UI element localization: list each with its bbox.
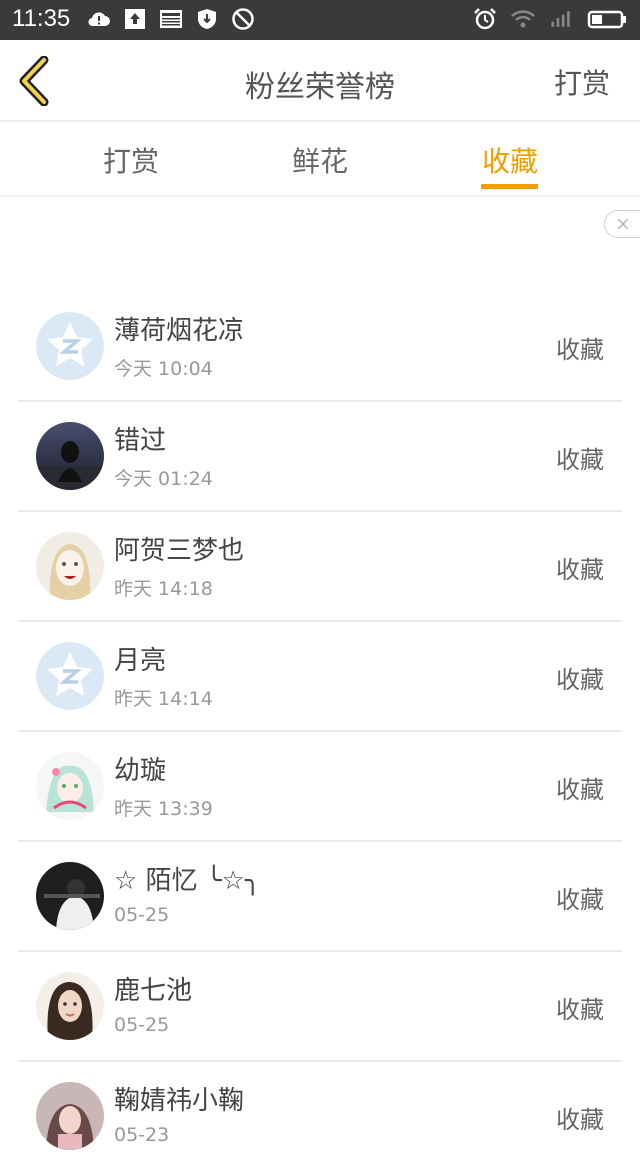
list-item[interactable]: 月亮 昨天 14:14 收藏 [18, 622, 622, 732]
favorite-label: 收藏 [556, 1106, 604, 1134]
list-item[interactable]: 薄荷烟花凉 今天 10:04 收藏 [18, 292, 622, 402]
block-icon [230, 6, 256, 32]
shield-icon [194, 6, 220, 32]
avatar [36, 312, 104, 380]
reward-button[interactable]: 打赏 [554, 62, 610, 102]
cloud-alert-icon [86, 6, 112, 32]
page-title: 粉丝荣誉榜 [245, 70, 395, 105]
timestamp: 今天 10:04 [114, 358, 213, 380]
list-item[interactable]: 错过 今天 01:24 收藏 [18, 402, 622, 512]
tab-flowers[interactable]: 鲜花 [292, 140, 348, 180]
favorite-label: 收藏 [556, 776, 604, 804]
battery-icon [586, 6, 628, 32]
tab-favorites[interactable]: 收藏 [482, 140, 538, 180]
close-button[interactable] [604, 210, 640, 238]
avatar [36, 422, 104, 490]
wifi-icon [510, 6, 536, 32]
timestamp: 昨天 14:14 [114, 688, 213, 710]
user-name: 错过 [114, 426, 167, 456]
list-item[interactable]: 鞠婧祎小鞠 05-23 收藏 [18, 1062, 622, 1170]
timestamp: 05-23 [114, 1124, 170, 1146]
timestamp: 昨天 14:18 [114, 578, 213, 600]
favorite-label: 收藏 [556, 336, 604, 364]
user-name: ☆ 陌忆 ╰☆╮ [114, 866, 261, 896]
list-item[interactable]: ☆ 陌忆 ╰☆╮ 05-25 收藏 [18, 842, 622, 952]
news-icon [158, 6, 184, 32]
status-bar: 11:35 [0, 0, 640, 40]
favorite-label: 收藏 [556, 446, 604, 474]
header: 粉丝荣誉榜 打赏 [0, 40, 640, 122]
system-icons [472, 6, 628, 32]
avatar [36, 862, 104, 930]
avatar [36, 642, 104, 710]
notification-icons [86, 6, 256, 32]
close-icon [617, 218, 629, 230]
list-item[interactable]: 鹿七池 05-25 收藏 [18, 952, 622, 1062]
timestamp: 今天 01:24 [114, 468, 213, 490]
user-name: 阿贺三梦也 [114, 536, 245, 566]
user-name: 幼璇 [114, 756, 167, 786]
timestamp: 05-25 [114, 1014, 170, 1036]
list-item[interactable]: 幼璇 昨天 13:39 收藏 [18, 732, 622, 842]
timestamp: 昨天 13:39 [114, 798, 213, 820]
user-name: 月亮 [114, 646, 167, 676]
favorite-label: 收藏 [556, 556, 604, 584]
user-name: 薄荷烟花凉 [114, 316, 245, 346]
list-item[interactable]: 阿贺三梦也 昨天 14:18 收藏 [18, 512, 622, 622]
user-name: 鞠婧祎小鞠 [114, 1086, 245, 1116]
alarm-icon [472, 6, 498, 32]
signal-icon [548, 6, 574, 32]
user-name: 鹿七池 [114, 976, 193, 1006]
avatar [36, 752, 104, 820]
tab-bar: 打赏 鲜花 收藏 [0, 122, 640, 197]
fan-list: 薄荷烟花凉 今天 10:04 收藏 错过 今天 01:24 收藏 阿贺三梦也 昨… [18, 292, 622, 1170]
favorite-label: 收藏 [556, 996, 604, 1024]
upload-icon [122, 6, 148, 32]
favorite-label: 收藏 [556, 886, 604, 914]
favorite-label: 收藏 [556, 666, 604, 694]
avatar [36, 532, 104, 600]
active-tab-indicator [481, 184, 538, 189]
avatar [36, 972, 104, 1040]
status-time: 11:35 [12, 5, 71, 32]
avatar [36, 1082, 104, 1150]
tab-reward[interactable]: 打赏 [103, 140, 159, 180]
timestamp: 05-25 [114, 904, 170, 926]
